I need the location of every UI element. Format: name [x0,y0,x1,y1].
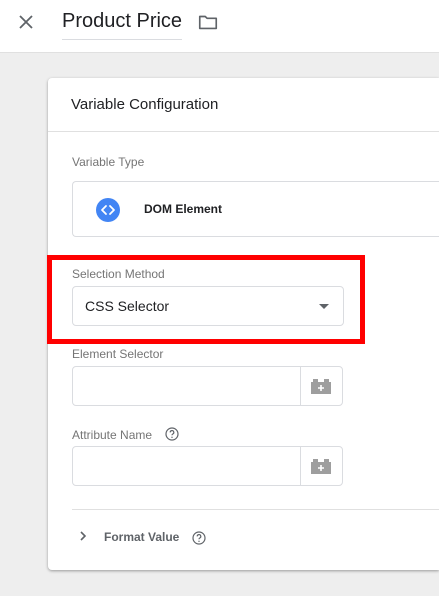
editor-header: Product Price [0,0,439,53]
element-selector-label: Element Selector [72,347,164,361]
element-selector-input[interactable] [73,367,301,405]
attribute-name-label: Attribute Name [72,428,153,442]
section-divider [72,509,439,510]
help-icon[interactable] [165,427,179,441]
code-brackets-icon [96,198,120,222]
help-icon[interactable] [192,531,206,545]
element-selector-field [72,366,343,406]
building-block-icon [311,459,331,474]
selection-method-label: Selection Method [72,267,165,281]
building-block-icon [311,379,331,394]
card-title: Variable Configuration [71,96,219,113]
variable-type-label: Variable Type [72,155,145,169]
folder-icon[interactable] [197,11,219,33]
close-icon[interactable] [14,10,38,34]
variable-picker-button[interactable] [300,447,342,485]
variable-type-name: DOM Element [144,202,223,216]
variable-name-title[interactable]: Product Price [62,10,183,40]
selection-method-value: CSS Selector [85,298,170,314]
format-value-toggle[interactable]: Format Value [104,530,179,544]
variable-type-selector[interactable]: DOM Element [72,181,439,237]
variable-configuration-card: Variable Configuration Variable Type DOM… [48,78,439,570]
attribute-name-field [72,446,343,486]
variable-picker-button[interactable] [300,367,342,405]
chevron-right-icon[interactable] [78,530,88,542]
attribute-name-input[interactable] [73,447,301,485]
selection-method-dropdown[interactable]: CSS Selector [72,286,344,326]
card-divider [48,131,439,132]
dropdown-arrow-icon [319,304,329,309]
